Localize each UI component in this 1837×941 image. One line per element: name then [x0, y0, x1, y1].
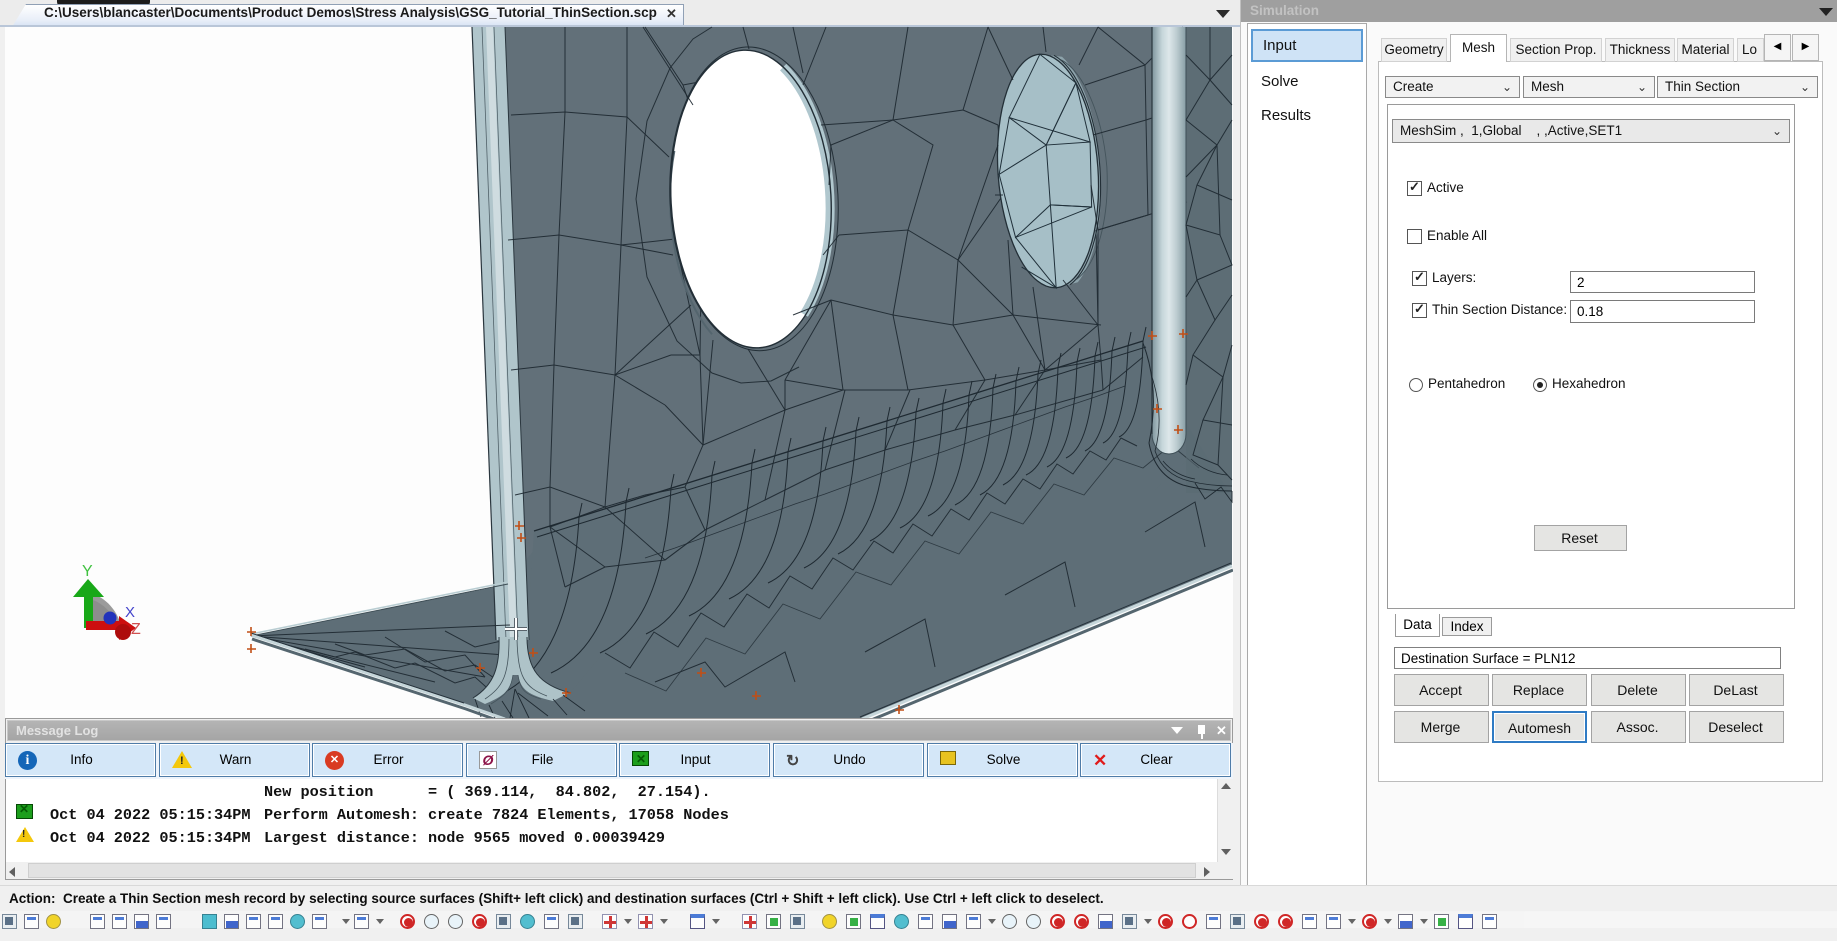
svg-text:Y: Y [82, 563, 93, 580]
svg-text:X: X [125, 604, 135, 621]
svg-text:Z: Z [131, 621, 141, 638]
